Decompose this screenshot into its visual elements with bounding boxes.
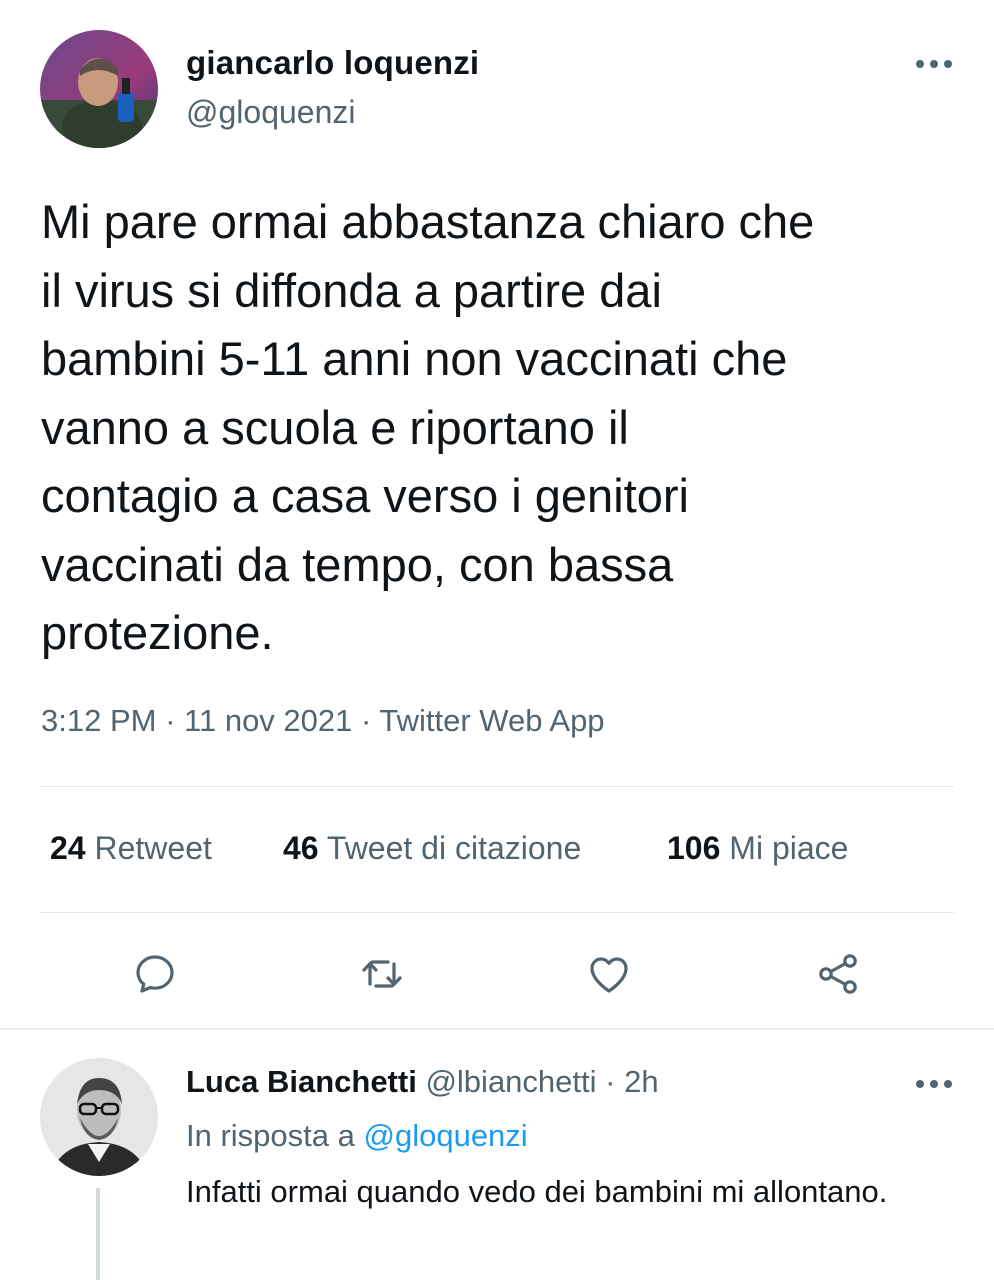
- thread-line: [96, 1188, 100, 1280]
- tweet-date[interactable]: 11 nov 2021: [184, 703, 352, 738]
- quote-count-value: 46: [283, 830, 319, 866]
- main-tweet: giancarlo loquenzi @gloquenzi Mi pare or…: [0, 0, 994, 1030]
- quote-label: Tweet di citazione: [326, 830, 582, 866]
- like-count[interactable]: 106 Mi piace: [667, 830, 848, 867]
- reply-time[interactable]: 2h: [624, 1064, 658, 1099]
- section-separator: [0, 1028, 994, 1030]
- tweet-source[interactable]: Twitter Web App: [379, 703, 604, 738]
- replying-to-prefix: In risposta a: [186, 1118, 355, 1153]
- reply-author-name[interactable]: Luca Bianchetti: [186, 1064, 417, 1099]
- reply-separator: ·: [605, 1064, 616, 1099]
- tweet-meta: 3:12 PM · 11 nov 2021 · Twitter Web App: [41, 703, 605, 739]
- author-photo-icon: [40, 30, 158, 148]
- share-icon[interactable]: [814, 950, 862, 998]
- reply-header: Luca Bianchetti @lbianchetti · 2h: [186, 1064, 659, 1100]
- replying-to-handle[interactable]: @gloquenzi: [364, 1118, 528, 1153]
- quote-count[interactable]: 46 Tweet di citazione: [283, 830, 581, 867]
- reply-avatar[interactable]: [40, 1058, 158, 1176]
- meta-separator: ·: [165, 703, 176, 738]
- more-options-icon[interactable]: [914, 56, 954, 72]
- reply-icon[interactable]: [131, 950, 179, 998]
- reply-text: Infatti ormai quando vedo dei bambini mi…: [186, 1174, 888, 1209]
- reply-author-handle[interactable]: @lbianchetti: [425, 1064, 596, 1099]
- author-name[interactable]: giancarlo loquenzi: [186, 44, 479, 82]
- divider: [40, 786, 954, 787]
- author-avatar[interactable]: [40, 30, 158, 148]
- retweet-count-value: 24: [50, 830, 86, 866]
- like-label: Mi piace: [729, 830, 849, 866]
- divider: [40, 912, 954, 913]
- like-count-value: 106: [667, 830, 721, 866]
- tweet-text: Mi pare ormai abbastanza chiaro che il v…: [41, 195, 815, 659]
- like-icon[interactable]: [585, 950, 633, 998]
- retweet-icon[interactable]: [358, 950, 406, 998]
- tweet-time[interactable]: 3:12 PM: [41, 703, 156, 738]
- author-handle[interactable]: @gloquenzi: [186, 94, 355, 131]
- reply-more-options-icon[interactable]: [914, 1076, 954, 1092]
- retweet-label: Retweet: [94, 830, 212, 866]
- replying-to: In risposta a @gloquenzi: [186, 1118, 528, 1154]
- reply-author-photo-icon: [40, 1058, 158, 1176]
- meta-separator: ·: [361, 703, 372, 738]
- retweet-count[interactable]: 24 Retweet: [50, 830, 212, 867]
